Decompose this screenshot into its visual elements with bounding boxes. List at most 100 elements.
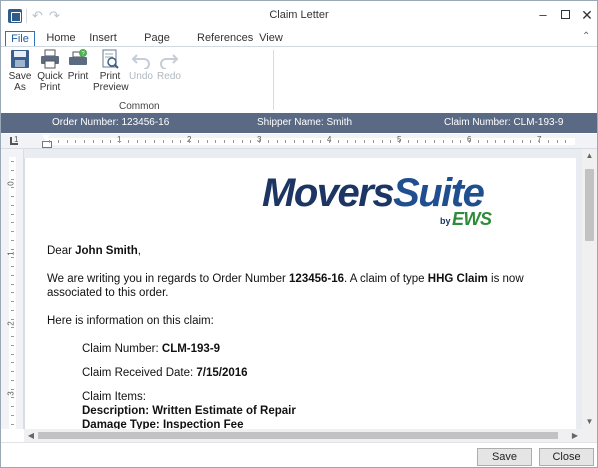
ruler-tick [452, 140, 453, 143]
tab-file[interactable]: File [5, 31, 35, 47]
vertical-ruler-tick [11, 354, 14, 355]
vertical-ruler-tick [11, 275, 14, 276]
ruler-tick [215, 140, 216, 143]
scroll-right-icon[interactable]: ▶ [568, 429, 582, 442]
salutation: Dear John Smith, [47, 244, 141, 258]
claim-item-description: Description: Written Estimate of Repair [82, 404, 296, 418]
tab-insert[interactable]: Insert [87, 31, 119, 46]
tab-home[interactable]: Home [43, 31, 79, 46]
ruler-tick [478, 140, 479, 143]
received-date-value: 7/15/2016 [196, 367, 248, 379]
redo-icon [159, 49, 179, 70]
vertical-scroll-thumb[interactable] [585, 169, 594, 241]
shipper-name-text: Shipper Name: Smith [257, 117, 353, 128]
vertical-ruler-tick [11, 389, 14, 390]
description-text: Description: Written Estimate of Repair [82, 405, 296, 417]
ruler-tick [49, 140, 50, 143]
undo-icon [131, 49, 151, 70]
vertical-scrollbar[interactable]: ▲ ▼ [582, 149, 597, 429]
ruler-tick [565, 140, 566, 143]
vertical-ruler-number: 3 [6, 391, 16, 396]
minimize-button[interactable]: – [532, 5, 554, 25]
horizontal-scrollbar[interactable]: ◀ ▶ [24, 429, 582, 442]
tab-references[interactable]: References [197, 31, 253, 46]
vertical-ruler-tick [11, 266, 14, 267]
ruler-tick [285, 140, 286, 143]
tab-view[interactable]: View [257, 31, 285, 46]
tab-page-layout[interactable]: Page Layout [129, 31, 185, 59]
dialog-footer: Save Close [1, 442, 597, 467]
ruler-tick [399, 140, 400, 143]
logo-movers: Movers [262, 171, 395, 215]
print-preview-button[interactable]: Print Preview [93, 49, 129, 93]
vertical-ruler-tick [11, 257, 14, 258]
ruler-tick [364, 140, 365, 143]
undo-button[interactable]: Undo [128, 49, 154, 82]
ruler-number: 1 [14, 135, 19, 144]
close-button[interactable]: Close [539, 448, 594, 466]
ruler-tick [110, 140, 111, 143]
vertical-ruler-tick [11, 240, 14, 241]
ruler-tick [189, 140, 190, 143]
ruler-tick [548, 140, 549, 143]
print-button[interactable]: ? Print [66, 49, 90, 82]
vertical-ruler-number: 0 [6, 181, 16, 186]
ruler-tick [373, 140, 374, 143]
close-window-button[interactable]: ✕ [576, 5, 598, 25]
vertical-ruler-tick [11, 424, 14, 425]
logo-wordmark: MoversSuite [262, 171, 485, 216]
quick-print-button[interactable]: Quick Print [35, 49, 65, 93]
print-label: Print [67, 71, 89, 82]
save-button[interactable]: Save [477, 448, 532, 466]
order-number-text: Order Number: 123456-16 [52, 117, 170, 128]
vertical-ruler-tick [11, 231, 14, 232]
ruler-tick [207, 140, 208, 143]
vertical-ruler-tick [11, 406, 14, 407]
claim-number-text: Claim Number: CLM-193-9 [444, 117, 564, 128]
ruler-tick [242, 140, 243, 143]
ruler-tick [557, 140, 558, 143]
intro-part-b: . A claim of type [344, 273, 428, 285]
redo-button[interactable]: Redo [156, 49, 182, 82]
horizontal-scroll-thumb[interactable] [38, 432, 558, 439]
document-area[interactable]: MoversSuite by EWS Dear John Smith, We a… [24, 149, 582, 429]
logo-ews: EWS [452, 209, 492, 229]
ruler-tick [504, 140, 505, 143]
ruler-tick [303, 140, 304, 143]
undo-label: Undo [129, 71, 153, 82]
scroll-left-icon[interactable]: ◀ [24, 429, 38, 442]
collapse-ribbon-icon[interactable]: ⌃ [582, 31, 590, 42]
paragraph-intro-line2: associated to this order. [47, 287, 169, 299]
vertical-ruler-tick [11, 284, 14, 285]
ruler-tick [355, 140, 356, 143]
moverssuite-logo: MoversSuite by EWS [262, 171, 507, 231]
vertical-ruler-tick [11, 345, 14, 346]
claim-item-damage-type: Damage Type: Inspection Fee [82, 418, 243, 429]
ruler-tick [294, 140, 295, 143]
received-date-line: Claim Received Date: 7/15/2016 [82, 366, 248, 380]
quick-print-icon [40, 49, 60, 69]
ruler-tick [312, 140, 313, 143]
vertical-ruler-tick [11, 214, 14, 215]
ruler-tick [434, 140, 435, 143]
intro-part-a: We are writing you in regards to Order N… [47, 273, 290, 285]
ruler-tick [460, 140, 461, 143]
ruler-tick [259, 140, 260, 143]
maximize-button[interactable] [554, 5, 576, 25]
ruler-tick [277, 140, 278, 143]
vertical-ruler-tick [11, 301, 14, 302]
redo-label: Redo [157, 71, 181, 82]
ruler-tick [58, 140, 59, 143]
print-icon: ? [68, 49, 88, 69]
ruler-tick [145, 140, 146, 143]
scroll-up-icon[interactable]: ▲ [582, 149, 597, 163]
title-bar: ↶ ↷ Claim Letter – ✕ [1, 1, 597, 31]
ruler-tick [425, 140, 426, 143]
document-page[interactable]: MoversSuite by EWS Dear John Smith, We a… [24, 158, 576, 429]
ribbon-tabs: File Home Insert Page Layout References … [1, 31, 597, 59]
claim-number-label: Claim Number: [82, 343, 162, 355]
damage-type-text: Damage Type: Inspection Fee [82, 419, 244, 429]
save-as-button[interactable]: Save As [7, 49, 33, 93]
scroll-down-icon[interactable]: ▼ [582, 415, 597, 429]
ruler-tick [84, 140, 85, 143]
